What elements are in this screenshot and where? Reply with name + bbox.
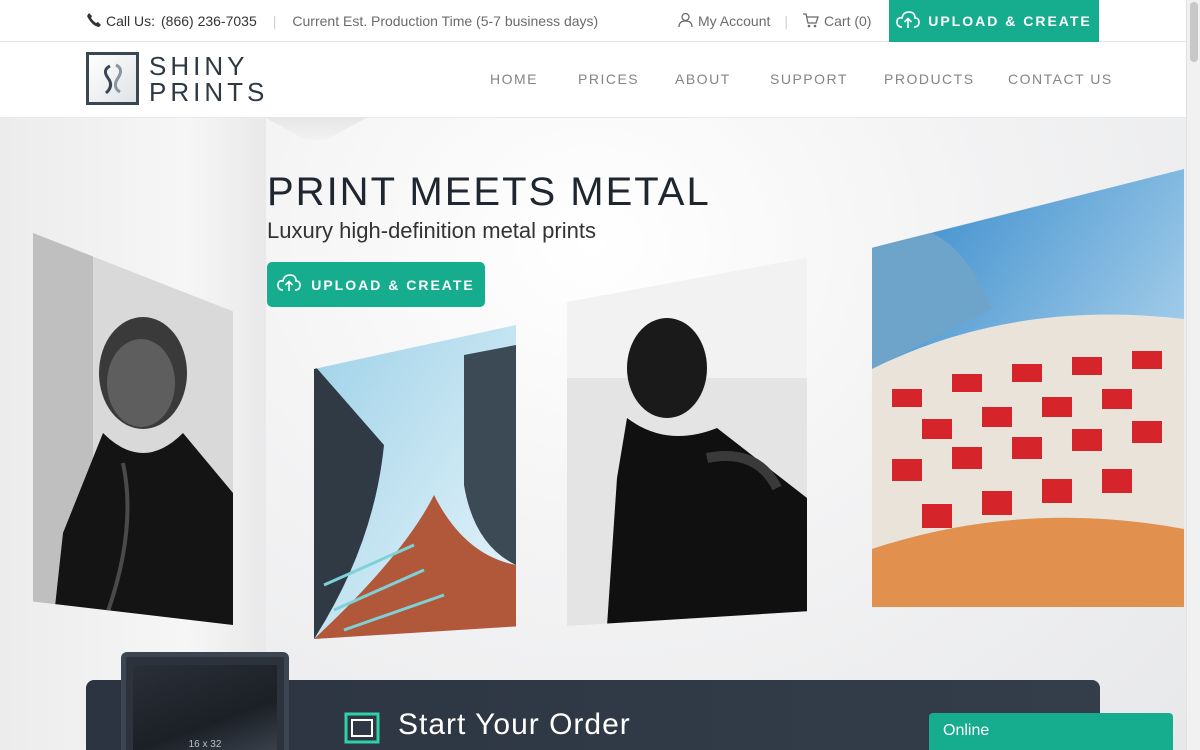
- metal-print-checkered-building: [872, 169, 1184, 607]
- phone-icon: [86, 12, 102, 31]
- metal-print-building-upward: [314, 325, 516, 639]
- nav-prices[interactable]: PRICES: [578, 71, 639, 87]
- nav-products[interactable]: PRODUCTS: [884, 71, 975, 87]
- site-header: SHINY PRINTS HOME PRICES ABOUT SUPPORT P…: [0, 42, 1186, 118]
- preview-screen: 16 x 32: [133, 665, 277, 750]
- cloud-upload-icon: [277, 274, 302, 295]
- cart-link[interactable]: Cart (0): [802, 12, 871, 31]
- cart-label: Cart (0): [824, 13, 872, 29]
- metal-print-man-portrait: [567, 258, 807, 626]
- logo-line-2: PRINTS: [149, 76, 269, 107]
- upload-create-button-hero[interactable]: UPLOAD & CREATE: [267, 262, 485, 307]
- divider: |: [272, 13, 277, 29]
- header-notch: [266, 118, 366, 140]
- scrollbar-thumb[interactable]: [1190, 2, 1198, 62]
- upload-create-label: UPLOAD & CREATE: [928, 13, 1092, 29]
- production-time: Current Est. Production Time (5-7 busine…: [292, 13, 599, 29]
- logo-line-1: SHINY: [149, 50, 249, 81]
- print-size-label: 16 x 32: [188, 739, 222, 750]
- nav-home[interactable]: HOME: [490, 71, 538, 87]
- call-us-label: Call Us:: [106, 13, 156, 29]
- user-icon: [678, 12, 693, 31]
- cloud-upload-icon: [896, 10, 921, 32]
- top-utility-bar: Call Us: (866) 236-7035 | Current Est. P…: [0, 0, 1186, 42]
- nav-about[interactable]: ABOUT: [675, 71, 731, 87]
- order-frame-icon: [344, 712, 380, 744]
- hero-title: PRINT MEETS METAL: [267, 170, 711, 214]
- cart-icon: [802, 12, 819, 31]
- logo-wordmark: SHINY PRINTS: [149, 53, 268, 105]
- upload-create-label: UPLOAD & CREATE: [311, 276, 475, 293]
- upload-create-button-top[interactable]: UPLOAD & CREATE: [889, 0, 1099, 42]
- divider: |: [784, 13, 789, 29]
- my-account-label: My Account: [698, 13, 771, 29]
- nav-contact-us[interactable]: CONTACT US: [1008, 71, 1113, 87]
- phone-number[interactable]: (866) 236-7035: [161, 13, 257, 29]
- contact-info: Call Us: (866) 236-7035 | Current Est. P…: [86, 0, 598, 42]
- print-size-preview: 16 x 32: [121, 652, 289, 750]
- live-chat-tab[interactable]: Online: [929, 713, 1173, 750]
- page-scrollbar[interactable]: [1186, 0, 1200, 750]
- hero-subtitle: Luxury high-definition metal prints: [267, 218, 596, 243]
- nav-support[interactable]: SUPPORT: [770, 71, 848, 87]
- start-order-title: Start Your Order: [398, 708, 631, 741]
- my-account-link[interactable]: My Account: [678, 12, 770, 31]
- hero-section: PRINT MEETS METAL Luxury high-definition…: [0, 118, 1186, 750]
- logo-mark-icon: [86, 52, 139, 105]
- chat-status: Online: [943, 722, 990, 739]
- logo[interactable]: SHINY PRINTS: [86, 52, 268, 105]
- account-links: My Account | Cart (0): [678, 0, 871, 42]
